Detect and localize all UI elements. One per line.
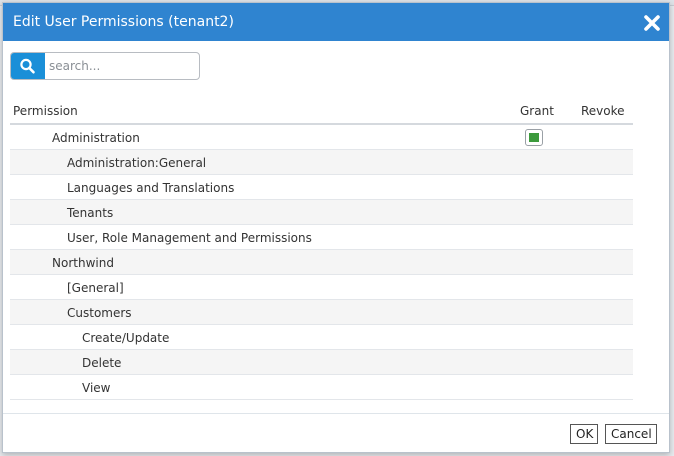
search-box [10,52,200,80]
search-input[interactable] [47,55,197,77]
grant-checked-indicator [529,133,539,142]
permission-label: User, Role Management and Permissions [67,231,312,245]
edit-permissions-dialog: Edit User Permissions (tenant2) Permissi… [2,2,670,453]
permission-label: Administration [52,131,140,145]
permission-label: Tenants [67,206,114,220]
column-header-grant[interactable]: Grant [520,104,554,118]
permission-label: Create/Update [82,331,170,345]
table-row[interactable]: Customers [10,300,633,325]
grant-checkbox[interactable] [525,129,543,146]
close-icon[interactable] [641,12,663,34]
ok-button[interactable]: OK [570,424,598,444]
table-row[interactable]: Administration:General [10,150,633,175]
permission-label: Customers [67,306,132,320]
search-icon [20,58,35,74]
table-row[interactable]: Create/Update [10,325,633,350]
permission-label: Northwind [52,256,114,270]
permission-label: [General] [67,281,124,295]
search-button[interactable] [11,53,45,79]
permission-label: View [82,381,111,395]
permission-label: Delete [82,356,122,370]
grid-header: Permission Grant Revoke [10,100,633,125]
dialog-titlebar: Edit User Permissions (tenant2) [3,3,669,41]
table-row[interactable]: Administration [10,125,633,150]
table-row[interactable]: Languages and Translations [10,175,633,200]
permission-label: Languages and Translations [67,181,235,195]
permission-label: Administration:General [67,156,207,170]
column-header-revoke[interactable]: Revoke [581,104,625,118]
dialog-title: Edit User Permissions (tenant2) [13,14,234,30]
cancel-button[interactable]: Cancel [605,424,657,444]
table-row[interactable]: [General] [10,275,633,300]
table-row[interactable]: Delete [10,350,633,375]
table-row[interactable]: User, Role Management and Permissions [10,225,633,250]
permission-rows: Administration Administration:General La… [10,125,633,400]
column-header-permission[interactable]: Permission [13,104,78,118]
table-row[interactable]: View [10,375,633,400]
footer-divider [3,413,669,414]
table-row[interactable]: Northwind [10,250,633,275]
table-row[interactable]: Tenants [10,200,633,225]
